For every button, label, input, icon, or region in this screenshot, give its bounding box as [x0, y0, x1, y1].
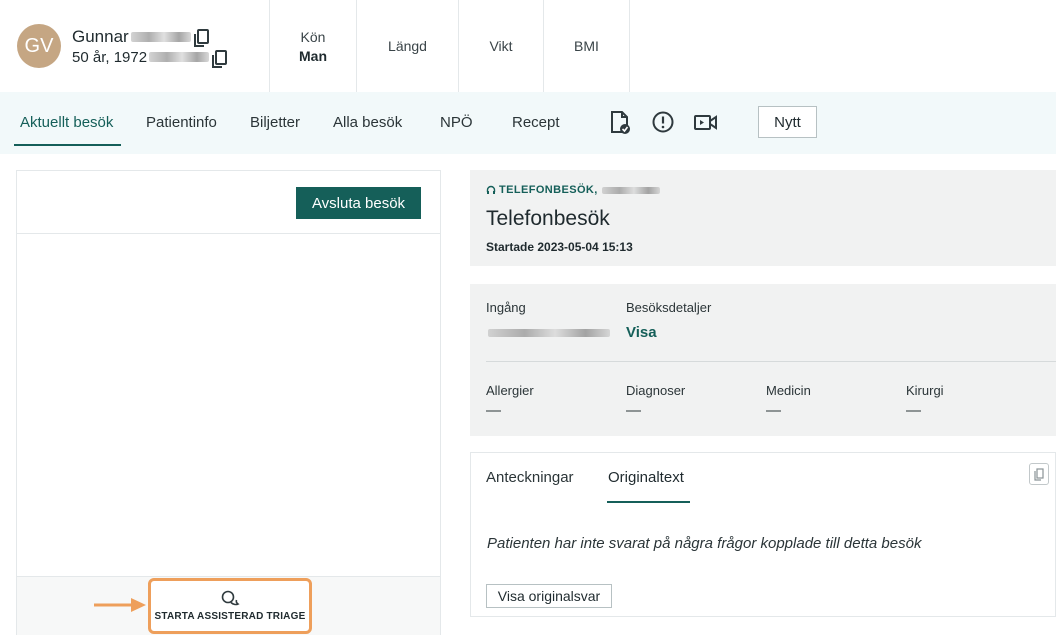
- patient-header: GV Gunnar 50 år, 1972 Kön Man Längd Vikt…: [0, 0, 1056, 92]
- active-tab-indicator: [14, 144, 121, 146]
- medicin-value: —: [766, 402, 781, 419]
- diagnoser-label: Diagnoser: [626, 383, 686, 398]
- visit-tabs-bar: Aktuellt besök Patientinfo Biljetter All…: [0, 92, 1056, 154]
- redacted-ingang-value: [488, 329, 610, 337]
- stat-label: Kön: [300, 28, 326, 45]
- visit-type-label: TELEFONBESÖK,: [499, 184, 598, 196]
- visit-details-card: Ingång Besöksdetaljer Visa Allergier — D…: [470, 284, 1056, 436]
- allergier-label: Allergier: [486, 383, 534, 398]
- tab-biljetter[interactable]: Biljetter: [250, 114, 300, 131]
- stat-label: Längd: [388, 38, 427, 54]
- redacted-personal-number: [149, 52, 210, 62]
- no-answers-message: Patienten har inte svarat på några frågo…: [487, 535, 922, 552]
- start-assisted-triage-button[interactable]: STARTA ASSISTERAD TRIAGE: [148, 578, 312, 634]
- stat-langd: Längd: [357, 0, 459, 92]
- avatar: GV: [17, 24, 61, 68]
- document-check-icon[interactable]: [609, 110, 631, 136]
- tab-alla-besok[interactable]: Alla besök: [333, 114, 402, 131]
- visit-start-time: Startade 2023-05-04 15:13: [486, 240, 633, 254]
- ingang-label: Ingång: [486, 300, 526, 315]
- stat-label: Vikt: [489, 38, 513, 54]
- headset-icon: [486, 185, 496, 194]
- patient-age-year: 50 år, 1972: [72, 48, 148, 66]
- redacted-last-name: [130, 31, 191, 42]
- visa-details-link[interactable]: Visa: [626, 324, 657, 341]
- stat-bmi: BMI: [544, 0, 630, 92]
- notes-card: Anteckningar Originaltext Patienten har …: [470, 452, 1056, 617]
- divider: [486, 361, 1056, 362]
- tab-aktuellt-besok[interactable]: Aktuellt besök: [20, 114, 113, 131]
- visit-title: Telefonbesök: [486, 207, 610, 230]
- redacted-visit-info: [601, 186, 660, 194]
- patient-first-name: Gunnar: [72, 26, 129, 46]
- kirurgi-label: Kirurgi: [906, 383, 944, 398]
- stat-value: Man: [299, 47, 327, 64]
- copy-text-button[interactable]: [1029, 463, 1049, 485]
- kirurgi-value: —: [906, 402, 921, 419]
- tab-anteckningar[interactable]: Anteckningar: [486, 469, 574, 486]
- patient-dob-row: 50 år, 1972: [72, 48, 228, 68]
- stat-kon: Kön Man: [270, 0, 357, 92]
- arrow-pointer-icon: [94, 598, 146, 612]
- alert-circle-icon[interactable]: [651, 110, 675, 134]
- copy-icon: [1034, 467, 1044, 481]
- triage-label: STARTA ASSISTERAD TRIAGE: [154, 611, 306, 622]
- end-visit-button[interactable]: Avsluta besök: [296, 187, 421, 219]
- video-camera-icon[interactable]: [693, 113, 719, 133]
- left-panel-toolbar: Avsluta besök: [17, 171, 440, 234]
- patient-info: Gunnar 50 år, 1972: [72, 27, 228, 68]
- copy-personal-number-icon[interactable]: [212, 49, 228, 68]
- patient-name-row: Gunnar: [72, 27, 227, 47]
- diagnoser-value: —: [626, 402, 641, 419]
- visit-type: TELEFONBESÖK,: [486, 184, 660, 196]
- show-original-button[interactable]: Visa originalsvar: [486, 584, 612, 608]
- stat-vikt: Vikt: [459, 0, 544, 92]
- medicin-label: Medicin: [766, 383, 811, 398]
- chat-bubbles-icon: [221, 590, 240, 606]
- active-content-tab-indicator: [607, 501, 690, 503]
- visit-header-card: TELEFONBESÖK, Telefonbesök Startade 2023…: [470, 170, 1056, 266]
- besoksdetaljer-label: Besöksdetaljer: [626, 300, 712, 315]
- new-button[interactable]: Nytt: [758, 106, 817, 138]
- tab-patientinfo[interactable]: Patientinfo: [146, 114, 217, 131]
- stat-label: BMI: [574, 38, 599, 54]
- tab-recept[interactable]: Recept: [512, 114, 560, 131]
- allergier-value: —: [486, 402, 501, 419]
- copy-name-icon[interactable]: [193, 29, 209, 47]
- patient-summary: GV Gunnar 50 år, 1972: [0, 0, 270, 92]
- tab-originaltext[interactable]: Originaltext: [608, 469, 684, 486]
- left-panel: Avsluta besök: [16, 170, 441, 635]
- tab-npo[interactable]: NPÖ: [440, 114, 473, 131]
